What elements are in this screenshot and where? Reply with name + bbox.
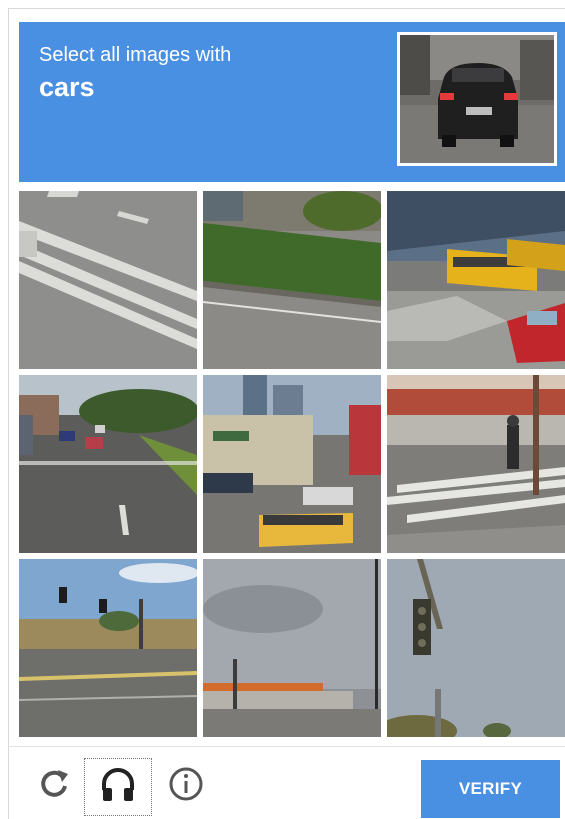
headphones-icon[interactable] (98, 764, 138, 804)
grid-tile[interactable] (387, 559, 565, 737)
grid-tile[interactable] (203, 559, 381, 737)
verify-button[interactable]: VERIFY (421, 760, 560, 818)
tile-image (203, 375, 381, 553)
tile-image (387, 559, 565, 737)
tile-image (387, 375, 565, 553)
tile-image (387, 191, 565, 369)
image-grid (19, 191, 565, 739)
tile-image (19, 559, 197, 737)
tile-image (19, 191, 197, 369)
tile-image (203, 559, 381, 737)
tile-image (203, 191, 381, 369)
grid-tile[interactable] (387, 191, 565, 369)
grid-tile[interactable] (19, 191, 197, 369)
grid-tile[interactable] (203, 191, 381, 369)
footer-divider (8, 746, 565, 747)
sample-image (397, 32, 557, 166)
grid-tile[interactable] (203, 375, 381, 553)
grid-tile[interactable] (19, 559, 197, 737)
prompt-target: cars (39, 72, 95, 102)
tile-image (19, 375, 197, 553)
prompt-text: Select all images with (39, 44, 232, 66)
grid-tile[interactable] (19, 375, 197, 553)
captcha-header: Select all images with cars (19, 22, 565, 182)
info-icon[interactable] (166, 764, 206, 804)
reload-icon[interactable] (34, 764, 74, 804)
grid-tile[interactable] (387, 375, 565, 553)
